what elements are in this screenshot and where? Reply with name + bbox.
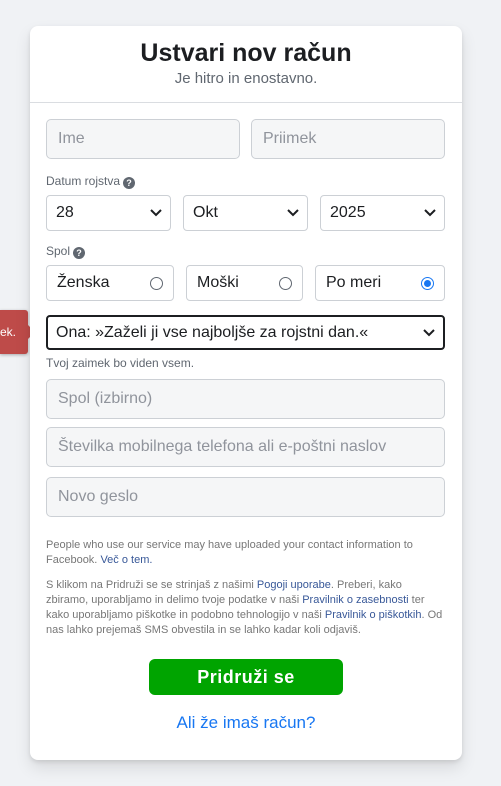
gender-option-female[interactable]: Ženska [46, 265, 174, 301]
chevron-down-icon [150, 209, 162, 217]
custom-gender-input[interactable]: Spol (izbirno) [46, 379, 445, 419]
birthday-day-value: 28 [56, 204, 74, 221]
chevron-down-icon [424, 209, 436, 217]
chevron-down-icon [287, 209, 299, 217]
pronoun-select[interactable]: Ona: »Zaželi ji vse najboljše za rojstni… [46, 315, 445, 350]
gender-option-label: Po meri [326, 274, 382, 291]
gender-option-male[interactable]: Moški [186, 265, 303, 301]
pronoun-hint: Tvoj zaimek bo viden vsem. [46, 356, 195, 370]
page-title: Ustvari nov račun [140, 39, 352, 67]
learn-more-link[interactable]: Več o tem. [100, 554, 152, 566]
pronoun-value: Ona: »Zaželi ji vse najboljše za rojstni… [56, 324, 369, 341]
help-icon[interactable]: ? [73, 247, 86, 259]
birthday-year-select[interactable]: 2025 [320, 195, 445, 231]
gender-option-custom[interactable]: Po meri [315, 265, 445, 301]
signup-header: Ustvari nov račun Je hitro in enostavno. [30, 26, 462, 103]
gender-option-label: Ženska [57, 274, 110, 291]
page-subtitle: Je hitro in enostavno. [174, 70, 318, 87]
birthday-year-value: 2025 [330, 204, 366, 221]
password-input[interactable]: Novo geslo [46, 477, 445, 517]
gender-label-text: Spol [46, 244, 71, 258]
last-name-input[interactable]: Priimek [251, 119, 445, 159]
terms-part: S klikom na Pridruži se se strinjaš z na… [46, 579, 257, 591]
gender-option-label: Moški [197, 274, 239, 291]
birthday-day-select[interactable]: 28 [46, 195, 171, 231]
birthday-month-select[interactable]: Okt [183, 195, 308, 231]
first-name-input[interactable]: Ime [46, 119, 240, 159]
contact-notice: People who use our service may have uplo… [46, 538, 446, 568]
validation-tooltip: ek. [0, 310, 28, 354]
contact-input[interactable]: Številka mobilnega telefona ali e-poštni… [46, 427, 445, 467]
birthday-month-value: Okt [193, 204, 218, 221]
gender-label: Spol? [46, 244, 86, 259]
radio-checked-icon[interactable] [421, 277, 434, 290]
terms-link[interactable]: Pogoji uporabe [257, 579, 331, 591]
chevron-down-icon [423, 329, 435, 337]
privacy-policy-link[interactable]: Pravilnik o zasebnosti [302, 594, 408, 606]
radio-unchecked-icon[interactable] [150, 277, 163, 290]
signup-button[interactable]: Pridruži se [149, 659, 343, 695]
birthday-label: Datum rojstva? [46, 174, 136, 189]
birthday-label-text: Datum rojstva [46, 174, 121, 188]
signup-card: Ustvari nov račun Je hitro in enostavno.… [30, 26, 462, 760]
existing-account-link[interactable]: Ali že imaš račun? [30, 713, 462, 733]
radio-unchecked-icon[interactable] [279, 277, 292, 290]
terms-text: S klikom na Pridruži se se strinjaš z na… [46, 578, 446, 638]
cookie-policy-link[interactable]: Pravilnik o piškotkih [325, 609, 422, 621]
help-icon[interactable]: ? [123, 177, 136, 189]
